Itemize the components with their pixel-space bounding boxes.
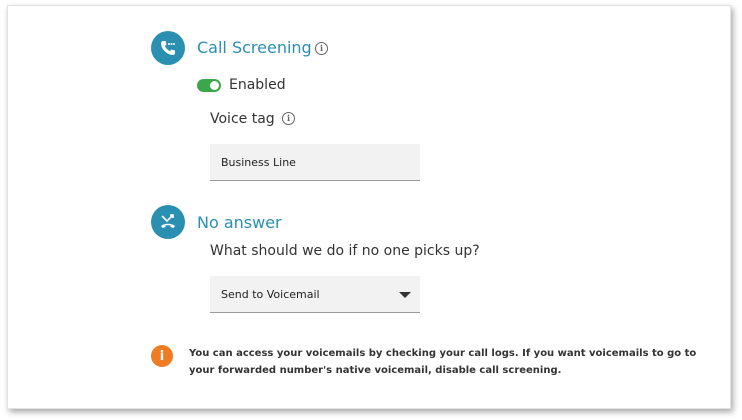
info-icon[interactable]: i bbox=[315, 42, 328, 55]
voice-tag-info-icon[interactable]: i bbox=[282, 112, 295, 125]
voice-tag-input[interactable]: Business Line bbox=[210, 144, 420, 181]
phone-dots-icon bbox=[151, 31, 185, 65]
enabled-toggle[interactable] bbox=[197, 79, 221, 92]
voicemail-note: You can access your voicemails by checki… bbox=[189, 348, 697, 376]
missed-call-icon bbox=[151, 205, 185, 239]
settings-card: Call Screening i Enabled Voice tag i Bus… bbox=[7, 5, 731, 409]
no-answer-title: No answer bbox=[197, 213, 282, 232]
toggle-label: Enabled bbox=[229, 77, 286, 93]
no-answer-select[interactable]: Send to Voicemail bbox=[210, 276, 420, 313]
no-answer-question: What should we do if no one picks up? bbox=[210, 243, 480, 259]
selected-option: Send to Voicemail bbox=[221, 287, 320, 301]
voice-tag-value: Business Line bbox=[221, 155, 296, 169]
voice-tag-label: Voice tag bbox=[210, 111, 275, 127]
toggle-knob bbox=[210, 81, 219, 90]
chevron-down-icon bbox=[399, 292, 411, 298]
call-screening-title: Call Screening bbox=[197, 38, 312, 57]
warning-icon: i bbox=[151, 345, 173, 367]
